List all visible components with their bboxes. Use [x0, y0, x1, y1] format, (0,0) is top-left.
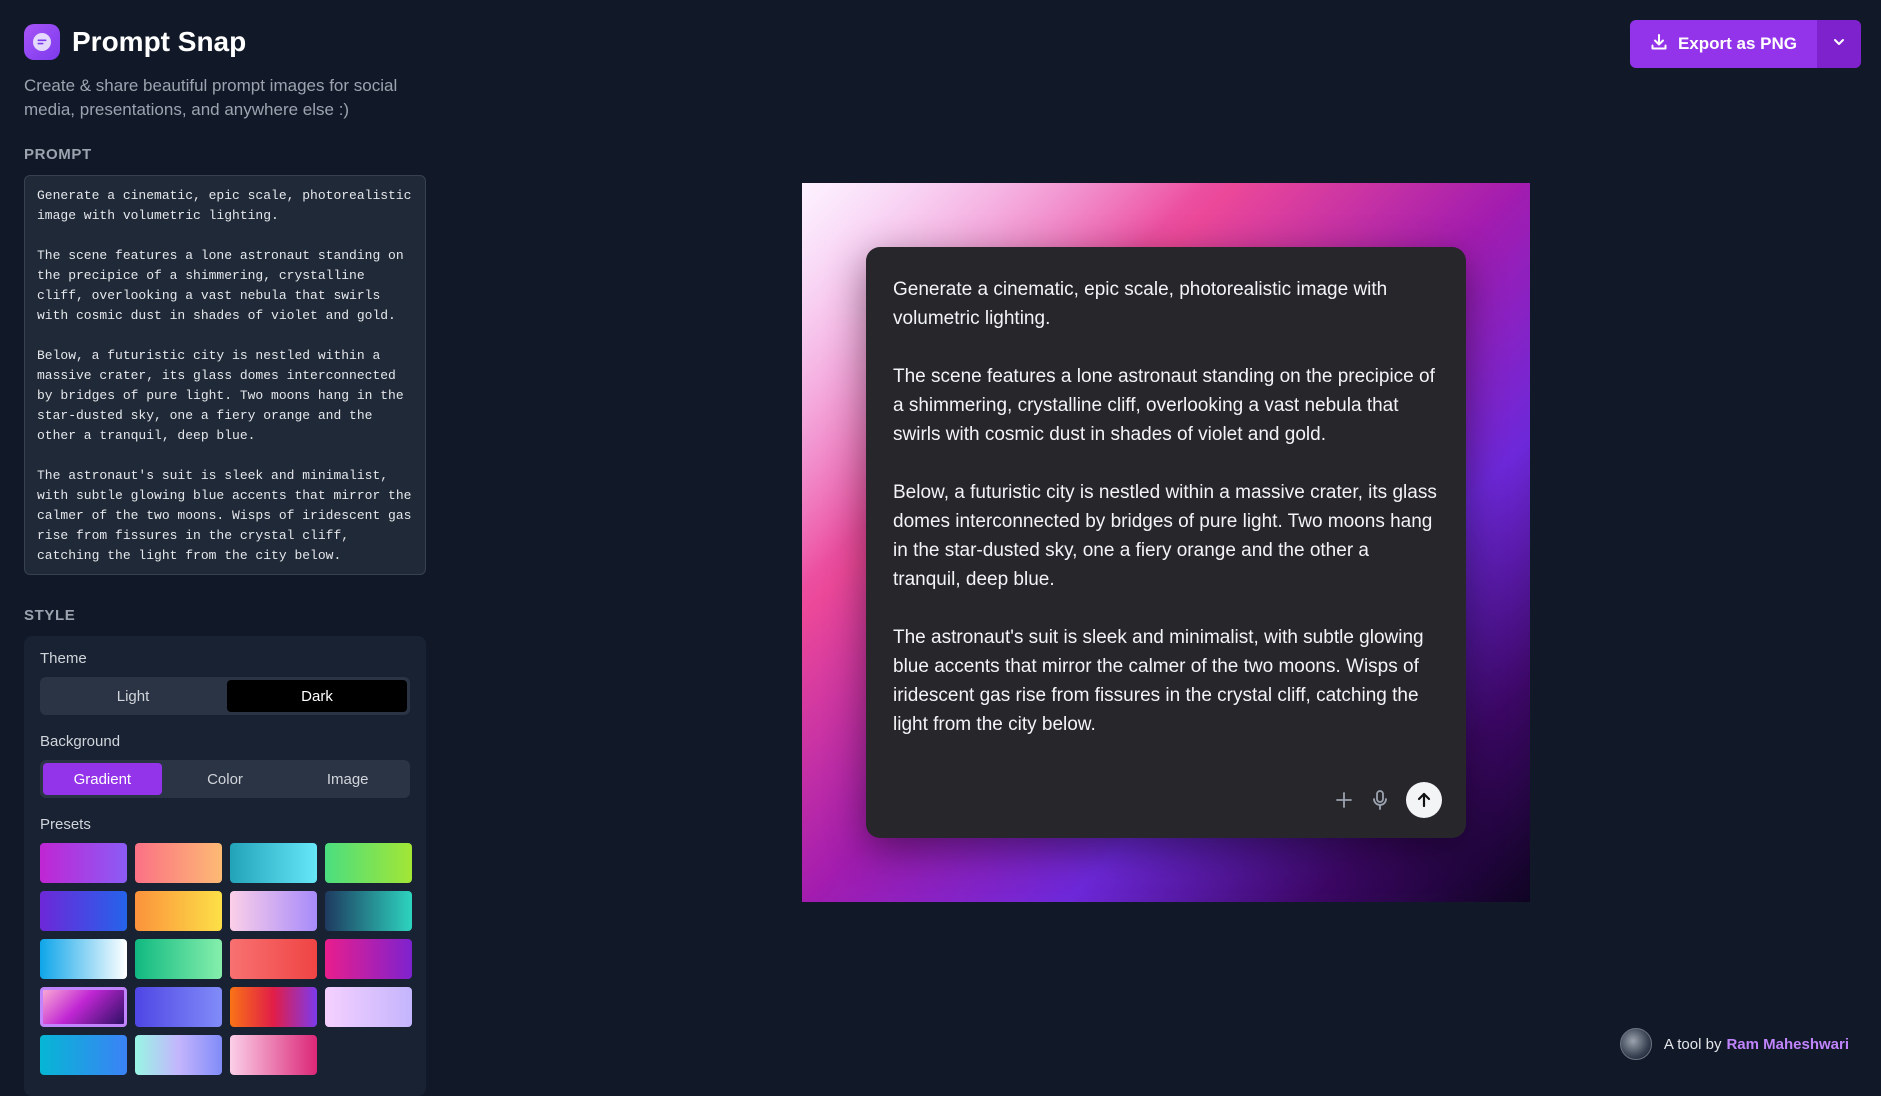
logo-icon [24, 24, 60, 60]
theme-light-button[interactable]: Light [43, 680, 223, 712]
microphone-icon[interactable] [1370, 789, 1390, 811]
style-section-label: STYLE [24, 607, 76, 624]
export-png-button[interactable]: Export as PNG [1629, 20, 1817, 68]
sidebar: Prompt Snap Create & share beautiful pro… [24, 24, 426, 1096]
preset-swatch-7[interactable] [230, 891, 317, 931]
presets-label: Presets [40, 816, 91, 833]
preset-swatch-18[interactable] [135, 1035, 222, 1075]
preset-swatch-10[interactable] [135, 939, 222, 979]
background-image-button[interactable]: Image [288, 763, 407, 795]
export-dropdown-button[interactable] [1817, 20, 1861, 68]
prompt-card-text: Generate a cinematic, epic scale, photor… [893, 279, 1437, 735]
app-title: Prompt Snap [72, 26, 247, 57]
download-icon [1650, 33, 1668, 56]
brand: Prompt Snap [24, 24, 426, 60]
preset-swatch-14[interactable] [135, 987, 222, 1027]
background-label: Background [40, 733, 121, 750]
preset-swatch-4[interactable] [325, 843, 412, 883]
footer-prefix: A tool by [1663, 1035, 1722, 1053]
preset-swatch-9[interactable] [40, 939, 127, 979]
presets-grid [40, 843, 412, 1075]
prompt-card: Generate a cinematic, epic scale, photor… [866, 247, 1466, 838]
preset-swatch-13[interactable] [40, 987, 127, 1027]
card-actions [1334, 782, 1442, 818]
footer: A tool by Ram Maheshwari [1619, 1028, 1849, 1060]
background-color-button[interactable]: Color [166, 763, 285, 795]
export-button-group: Export as PNG [1629, 20, 1861, 68]
arrow-up-icon[interactable] [1406, 782, 1442, 818]
preset-swatch-16[interactable] [325, 987, 412, 1027]
theme-toggle: Light Dark [40, 677, 410, 715]
preset-swatch-15[interactable] [230, 987, 317, 1027]
preview-canvas: Generate a cinematic, epic scale, photor… [802, 183, 1530, 902]
preset-swatch-3[interactable] [230, 843, 317, 883]
preset-swatch-12[interactable] [325, 939, 412, 979]
avatar [1619, 1028, 1652, 1060]
preset-swatch-6[interactable] [135, 891, 222, 931]
preset-swatch-19[interactable] [230, 1035, 317, 1075]
plus-icon[interactable] [1334, 790, 1354, 810]
style-panel: Theme Light Dark Background Gradient Col… [24, 636, 426, 1096]
preset-swatch-8[interactable] [325, 891, 412, 931]
preset-swatch-5[interactable] [40, 891, 127, 931]
preset-swatch-2[interactable] [135, 843, 222, 883]
app-subtitle: Create & share beautiful prompt images f… [24, 76, 398, 119]
preset-swatch-1[interactable] [40, 843, 127, 883]
prompt-textarea[interactable]: Generate a cinematic, epic scale, photor… [24, 175, 426, 575]
theme-dark-button[interactable]: Dark [227, 680, 407, 712]
background-gradient-button[interactable]: Gradient [43, 763, 162, 795]
theme-label: Theme [40, 650, 87, 667]
chevron-down-icon [1832, 35, 1846, 54]
export-label: Export as PNG [1677, 34, 1797, 53]
background-toggle: Gradient Color Image [40, 760, 410, 798]
author-link[interactable]: Ram Maheshwari [1726, 1036, 1849, 1053]
prompt-section-label: PROMPT [24, 146, 92, 163]
preset-swatch-17[interactable] [40, 1035, 127, 1075]
preset-swatch-11[interactable] [230, 939, 317, 979]
